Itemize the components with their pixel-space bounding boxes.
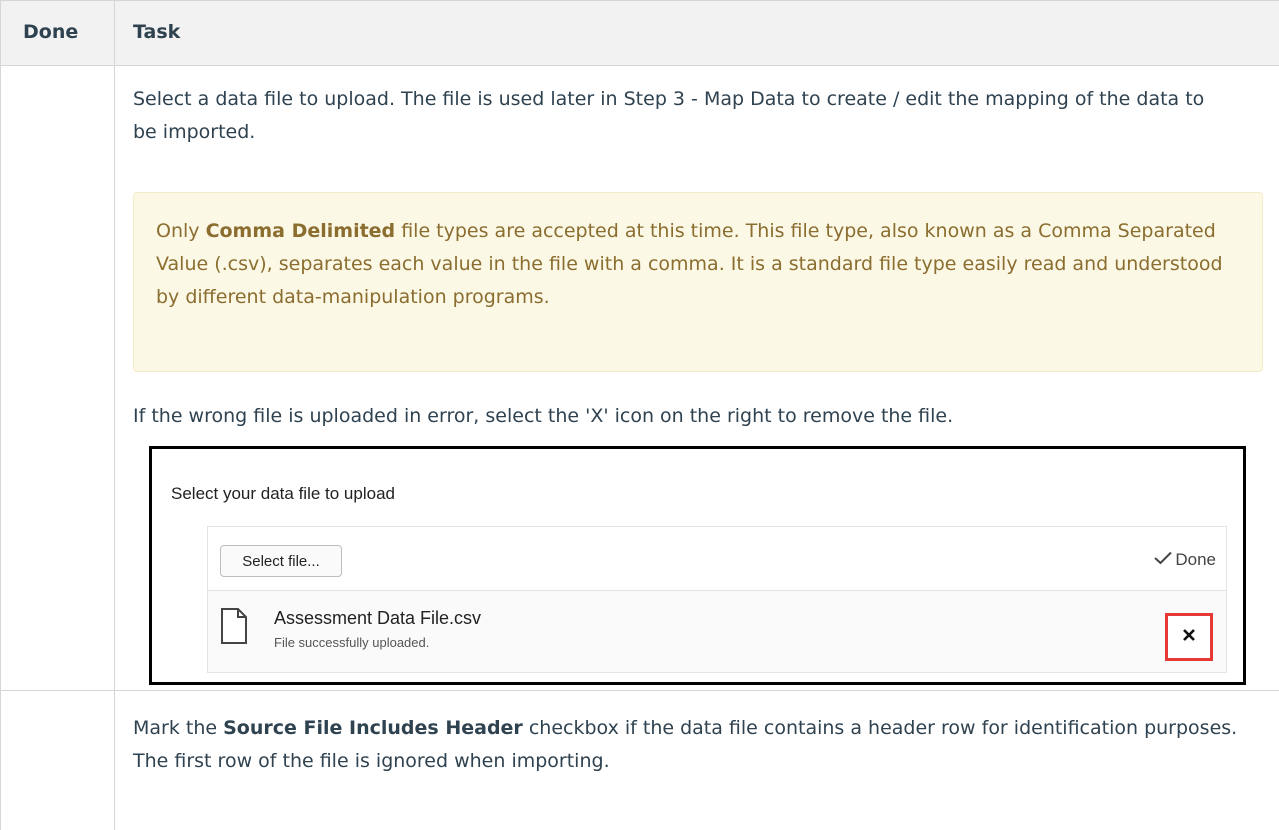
remove-instruction: If the wrong file is uploaded in error, … <box>133 405 954 427</box>
task-column-header: Task <box>133 21 181 43</box>
status-label: Done <box>1175 550 1216 569</box>
file-type-note: Only Comma Delimited file types are acce… <box>133 192 1263 372</box>
upload-toolbar: Select file... Done <box>208 527 1226 591</box>
row2-bold: Source File Includes Header <box>223 717 523 739</box>
row2-prefix: Mark the <box>133 717 224 739</box>
uploaded-file-row: Assessment Data File.csv File successful… <box>208 591 1226 672</box>
table-header: Done Task <box>1 0 1279 66</box>
column-divider <box>114 0 115 830</box>
note-text: Only Comma Delimited file types are acce… <box>156 215 1246 314</box>
select-file-button[interactable]: Select file... <box>220 545 342 577</box>
upload-description: Select a data file to upload. The file i… <box>133 88 1205 143</box>
remove-file-button[interactable] <box>1165 613 1213 661</box>
note-bold: Comma Delimited <box>205 220 396 242</box>
row-divider <box>1 690 1279 691</box>
checkmark-icon <box>1154 550 1173 570</box>
upload-screenshot: Select your data file to upload Select f… <box>149 446 1246 685</box>
upload-panel: Select file... Done Assessment Data File… <box>207 526 1227 673</box>
file-name: Assessment Data File.csv <box>274 608 482 628</box>
upload-status: Done <box>1154 550 1216 570</box>
task-table: Done Task Select a data file to upload. … <box>0 0 1279 830</box>
document-icon <box>221 608 247 649</box>
done-column-header: Done <box>23 21 79 43</box>
header-checkbox-description: Mark the Source File Includes Header che… <box>133 712 1263 778</box>
file-status: File successfully uploaded. <box>274 635 430 650</box>
note-prefix: Only <box>156 220 206 242</box>
upload-title: Select your data file to upload <box>171 484 395 503</box>
close-icon[interactable] <box>1182 628 1196 647</box>
